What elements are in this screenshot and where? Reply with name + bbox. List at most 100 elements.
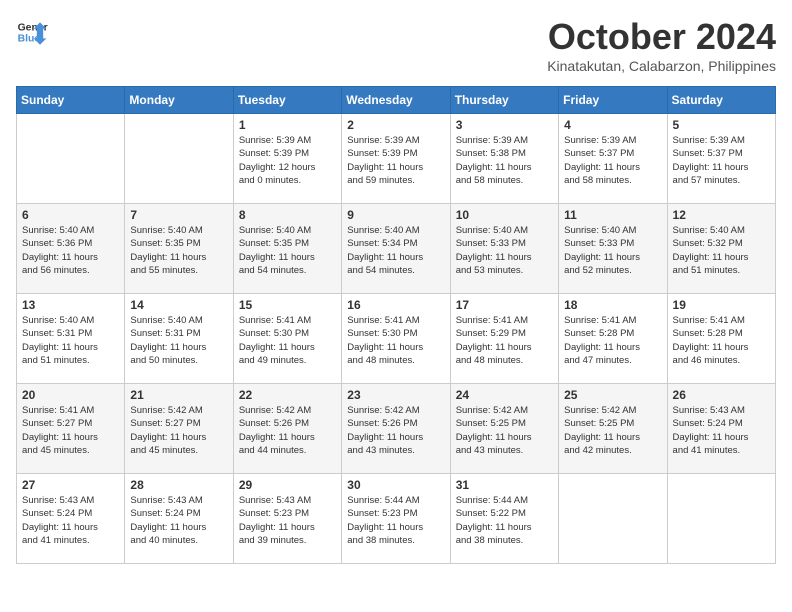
day-info: Sunrise: 5:41 AM Sunset: 5:30 PM Dayligh… <box>347 314 444 367</box>
day-info: Sunrise: 5:42 AM Sunset: 5:26 PM Dayligh… <box>347 404 444 457</box>
day-info: Sunrise: 5:41 AM Sunset: 5:27 PM Dayligh… <box>22 404 119 457</box>
day-info: Sunrise: 5:41 AM Sunset: 5:28 PM Dayligh… <box>564 314 661 367</box>
day-number: 31 <box>456 478 553 492</box>
calendar-cell: 14 Sunrise: 5:40 AM Sunset: 5:31 PM Dayli… <box>125 294 233 384</box>
day-info: Sunrise: 5:40 AM Sunset: 5:33 PM Dayligh… <box>456 224 553 277</box>
day-info: Sunrise: 5:43 AM Sunset: 5:24 PM Dayligh… <box>22 494 119 547</box>
day-number: 8 <box>239 208 336 222</box>
day-number: 1 <box>239 118 336 132</box>
day-info: Sunrise: 5:39 AM Sunset: 5:39 PM Dayligh… <box>239 134 336 187</box>
day-number: 22 <box>239 388 336 402</box>
day-info: Sunrise: 5:40 AM Sunset: 5:35 PM Dayligh… <box>130 224 227 277</box>
day-number: 11 <box>564 208 661 222</box>
logo-icon: General Blue <box>16 16 48 48</box>
calendar-cell: 8 Sunrise: 5:40 AM Sunset: 5:35 PM Daylig… <box>233 204 341 294</box>
calendar-table: SundayMondayTuesdayWednesdayThursdayFrid… <box>16 86 776 564</box>
day-number: 29 <box>239 478 336 492</box>
calendar-week-row: 20 Sunrise: 5:41 AM Sunset: 5:27 PM Dayli… <box>17 384 776 474</box>
day-info: Sunrise: 5:40 AM Sunset: 5:32 PM Dayligh… <box>673 224 770 277</box>
day-number: 6 <box>22 208 119 222</box>
calendar-week-row: 13 Sunrise: 5:40 AM Sunset: 5:31 PM Dayli… <box>17 294 776 384</box>
calendar-cell: 3Sunrise: 5:39 AM Sunset: 5:38 PM Daylig… <box>450 114 558 204</box>
day-of-week-header: Monday <box>125 87 233 114</box>
calendar-cell: 12 Sunrise: 5:40 AM Sunset: 5:32 PM Dayli… <box>667 204 775 294</box>
calendar-cell: 1 Sunrise: 5:39 AM Sunset: 5:39 PM Daylig… <box>233 114 341 204</box>
calendar-cell: 17Sunrise: 5:41 AM Sunset: 5:29 PM Dayli… <box>450 294 558 384</box>
day-of-week-header: Thursday <box>450 87 558 114</box>
calendar-cell: 16 Sunrise: 5:41 AM Sunset: 5:30 PM Dayli… <box>342 294 450 384</box>
calendar-body: 1 Sunrise: 5:39 AM Sunset: 5:39 PM Daylig… <box>17 114 776 564</box>
day-number: 20 <box>22 388 119 402</box>
calendar-cell: 18 Sunrise: 5:41 AM Sunset: 5:28 PM Dayli… <box>559 294 667 384</box>
day-info: Sunrise: 5:42 AM Sunset: 5:27 PM Dayligh… <box>130 404 227 457</box>
day-number: 5 <box>673 118 770 132</box>
calendar-cell: 26 Sunrise: 5:43 AM Sunset: 5:24 PM Dayli… <box>667 384 775 474</box>
calendar-cell: 31Sunrise: 5:44 AM Sunset: 5:22 PM Dayli… <box>450 474 558 564</box>
day-number: 19 <box>673 298 770 312</box>
month-title: October 2024 <box>547 16 776 58</box>
calendar-cell: 11 Sunrise: 5:40 AM Sunset: 5:33 PM Dayli… <box>559 204 667 294</box>
calendar-cell <box>17 114 125 204</box>
calendar-cell: 30 Sunrise: 5:44 AM Sunset: 5:23 PM Dayli… <box>342 474 450 564</box>
day-number: 15 <box>239 298 336 312</box>
calendar-cell <box>667 474 775 564</box>
calendar-cell: 19 Sunrise: 5:41 AM Sunset: 5:28 PM Dayli… <box>667 294 775 384</box>
calendar-cell: 21 Sunrise: 5:42 AM Sunset: 5:27 PM Dayli… <box>125 384 233 474</box>
day-info: Sunrise: 5:42 AM Sunset: 5:25 PM Dayligh… <box>456 404 553 457</box>
day-info: Sunrise: 5:40 AM Sunset: 5:34 PM Dayligh… <box>347 224 444 277</box>
day-number: 14 <box>130 298 227 312</box>
day-info: Sunrise: 5:40 AM Sunset: 5:31 PM Dayligh… <box>130 314 227 367</box>
calendar-cell <box>559 474 667 564</box>
day-number: 25 <box>564 388 661 402</box>
day-number: 17 <box>456 298 553 312</box>
calendar-cell: 24 Sunrise: 5:42 AM Sunset: 5:25 PM Dayli… <box>450 384 558 474</box>
calendar-cell: 22 Sunrise: 5:42 AM Sunset: 5:26 PM Dayli… <box>233 384 341 474</box>
day-info: Sunrise: 5:40 AM Sunset: 5:36 PM Dayligh… <box>22 224 119 277</box>
logo: General Blue <box>16 16 48 48</box>
day-number: 12 <box>673 208 770 222</box>
calendar-cell: 7Sunrise: 5:40 AM Sunset: 5:35 PM Daylig… <box>125 204 233 294</box>
day-number: 28 <box>130 478 227 492</box>
day-number: 26 <box>673 388 770 402</box>
calendar-cell: 20 Sunrise: 5:41 AM Sunset: 5:27 PM Dayli… <box>17 384 125 474</box>
day-info: Sunrise: 5:43 AM Sunset: 5:24 PM Dayligh… <box>130 494 227 547</box>
calendar-cell: 25 Sunrise: 5:42 AM Sunset: 5:25 PM Dayli… <box>559 384 667 474</box>
calendar-cell: 29 Sunrise: 5:43 AM Sunset: 5:23 PM Dayli… <box>233 474 341 564</box>
day-info: Sunrise: 5:39 AM Sunset: 5:39 PM Dayligh… <box>347 134 444 187</box>
day-info: Sunrise: 5:42 AM Sunset: 5:25 PM Dayligh… <box>564 404 661 457</box>
calendar-week-row: 27 Sunrise: 5:43 AM Sunset: 5:24 PM Dayli… <box>17 474 776 564</box>
calendar-cell: 9 Sunrise: 5:40 AM Sunset: 5:34 PM Daylig… <box>342 204 450 294</box>
day-number: 24 <box>456 388 553 402</box>
day-number: 2 <box>347 118 444 132</box>
calendar-cell: 15Sunrise: 5:41 AM Sunset: 5:30 PM Dayli… <box>233 294 341 384</box>
day-number: 16 <box>347 298 444 312</box>
day-info: Sunrise: 5:43 AM Sunset: 5:23 PM Dayligh… <box>239 494 336 547</box>
calendar-cell: 28 Sunrise: 5:43 AM Sunset: 5:24 PM Dayli… <box>125 474 233 564</box>
page-header: General Blue October 2024 Kinatakutan, C… <box>16 16 776 74</box>
day-info: Sunrise: 5:40 AM Sunset: 5:35 PM Dayligh… <box>239 224 336 277</box>
calendar-header-row: SundayMondayTuesdayWednesdayThursdayFrid… <box>17 87 776 114</box>
day-info: Sunrise: 5:42 AM Sunset: 5:26 PM Dayligh… <box>239 404 336 457</box>
day-info: Sunrise: 5:43 AM Sunset: 5:24 PM Dayligh… <box>673 404 770 457</box>
calendar-cell: 27 Sunrise: 5:43 AM Sunset: 5:24 PM Dayli… <box>17 474 125 564</box>
day-number: 4 <box>564 118 661 132</box>
day-number: 10 <box>456 208 553 222</box>
calendar-cell: 10 Sunrise: 5:40 AM Sunset: 5:33 PM Dayli… <box>450 204 558 294</box>
day-number: 21 <box>130 388 227 402</box>
day-number: 18 <box>564 298 661 312</box>
day-info: Sunrise: 5:41 AM Sunset: 5:28 PM Dayligh… <box>673 314 770 367</box>
day-number: 27 <box>22 478 119 492</box>
calendar-cell: 5Sunrise: 5:39 AM Sunset: 5:37 PM Daylig… <box>667 114 775 204</box>
calendar-cell: 23Sunrise: 5:42 AM Sunset: 5:26 PM Dayli… <box>342 384 450 474</box>
day-number: 3 <box>456 118 553 132</box>
day-info: Sunrise: 5:40 AM Sunset: 5:33 PM Dayligh… <box>564 224 661 277</box>
calendar-cell: 4Sunrise: 5:39 AM Sunset: 5:37 PM Daylig… <box>559 114 667 204</box>
day-info: Sunrise: 5:44 AM Sunset: 5:23 PM Dayligh… <box>347 494 444 547</box>
day-of-week-header: Friday <box>559 87 667 114</box>
calendar-cell <box>125 114 233 204</box>
calendar-cell: 13Sunrise: 5:40 AM Sunset: 5:31 PM Dayli… <box>17 294 125 384</box>
day-number: 13 <box>22 298 119 312</box>
day-number: 9 <box>347 208 444 222</box>
day-number: 30 <box>347 478 444 492</box>
title-block: October 2024 Kinatakutan, Calabarzon, Ph… <box>547 16 776 74</box>
